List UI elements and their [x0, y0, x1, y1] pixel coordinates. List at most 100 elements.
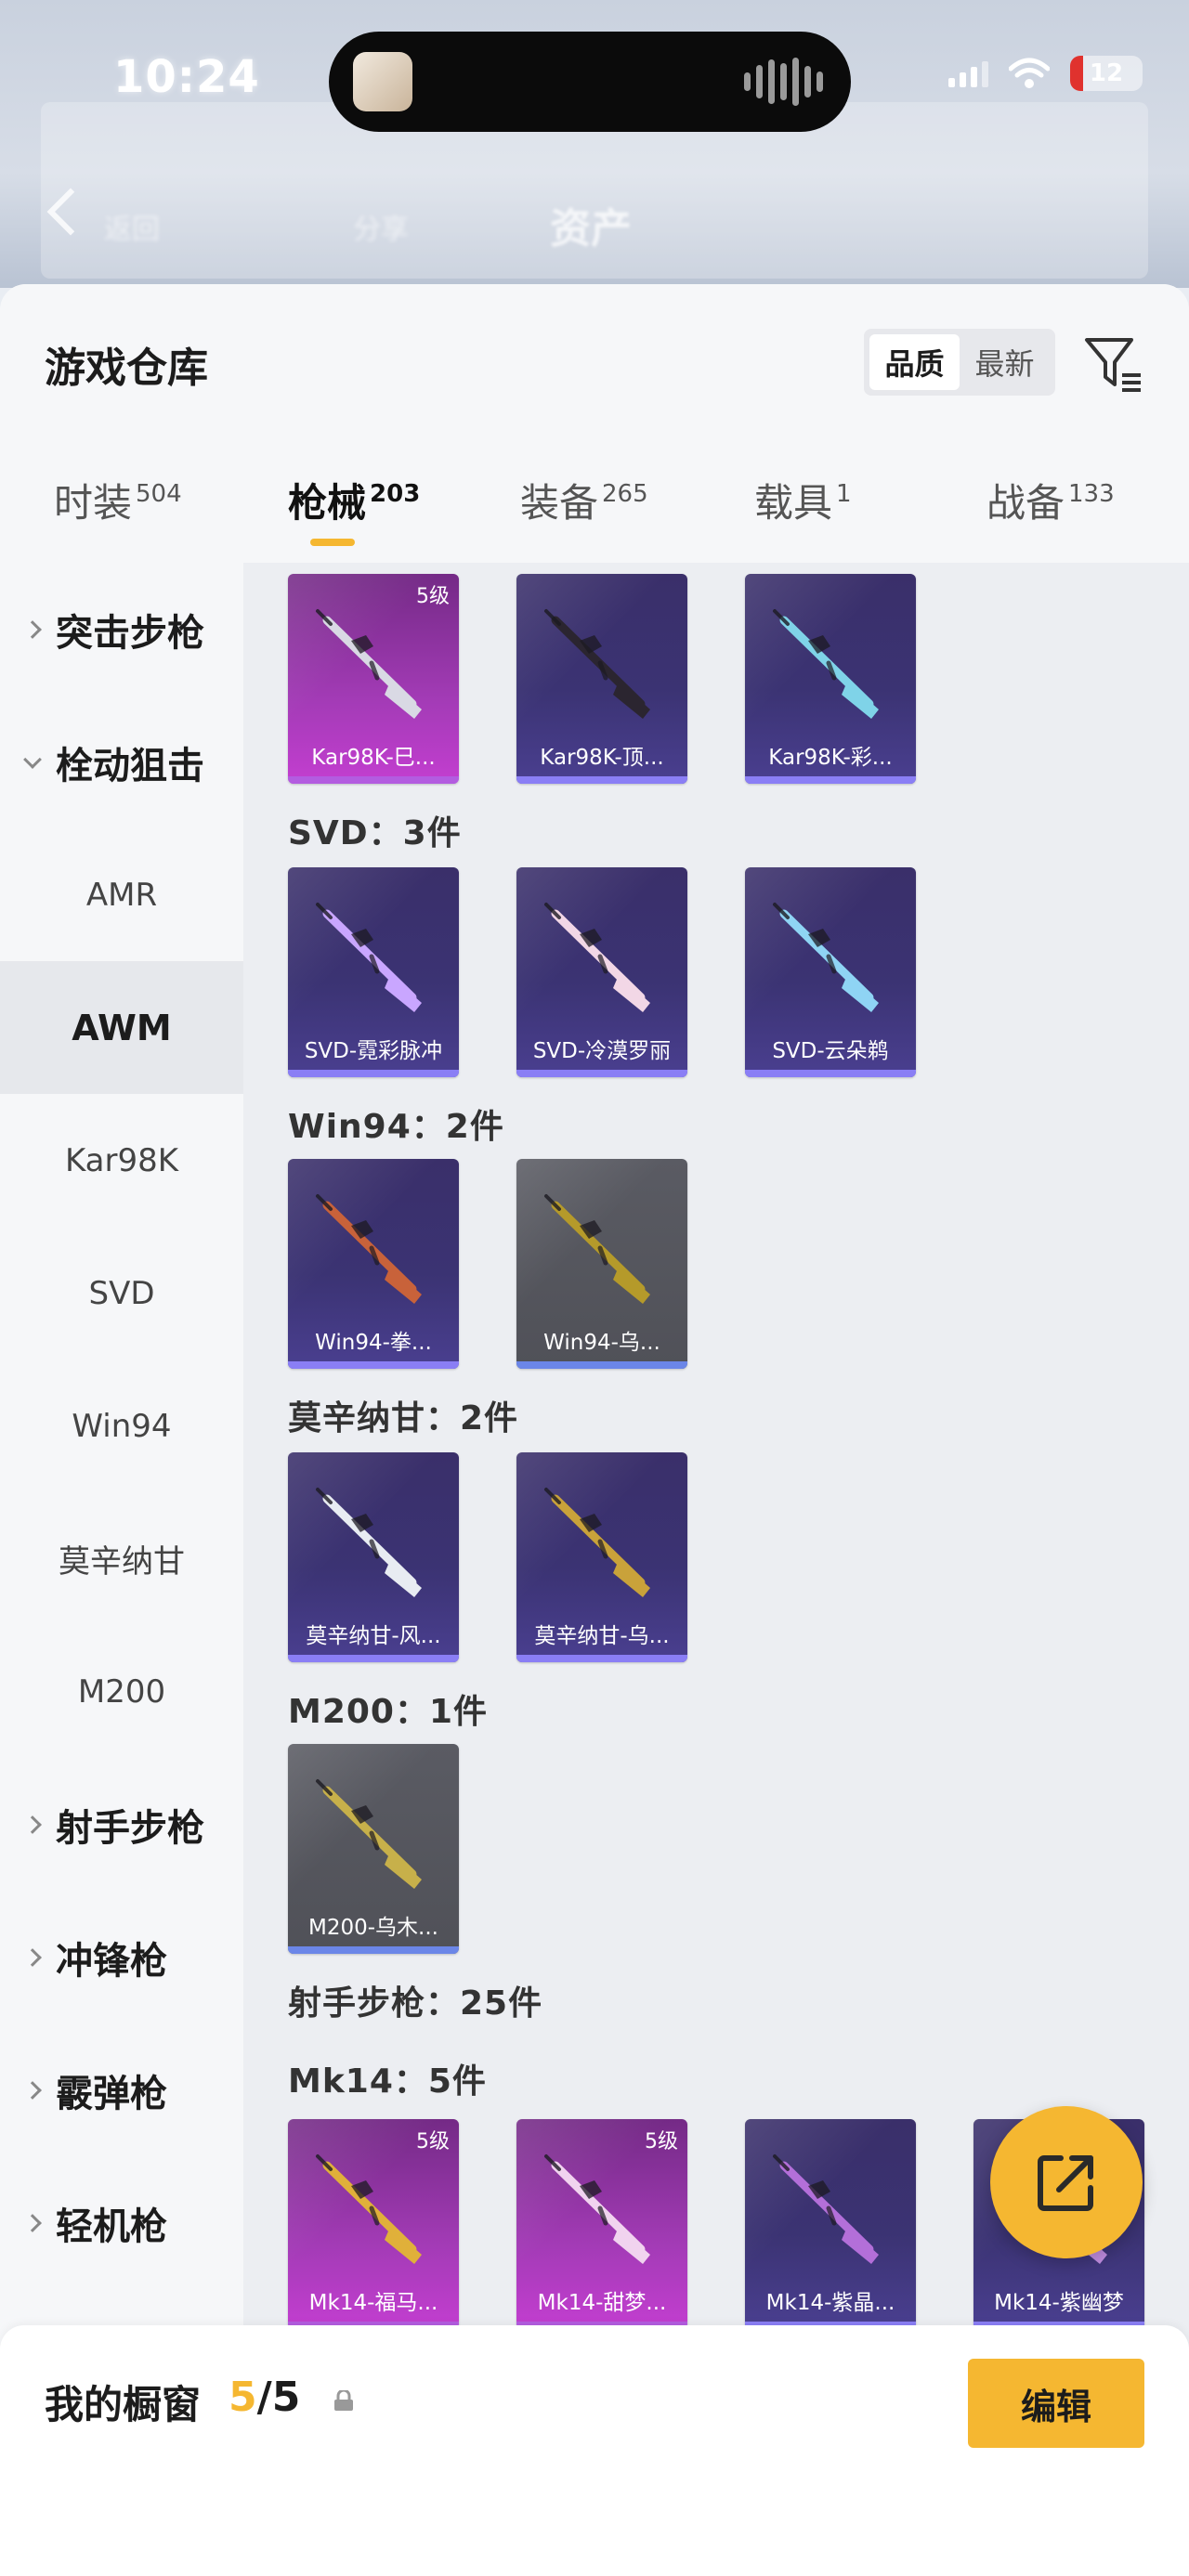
audio-wave-icon: [744, 58, 823, 106]
filter-icon[interactable]: [1079, 331, 1144, 396]
weapon-type-sidebar: 突击步枪 栓动狙击 AMR AWM Kar98K SVD Win94 莫辛纳甘 …: [0, 563, 243, 2364]
weapon-card[interactable]: 5级 Mk14-甜梦...: [516, 2119, 687, 2329]
tab-equipment[interactable]: 装备 265: [520, 472, 648, 528]
tab-fashion[interactable]: 时装 504: [54, 472, 182, 528]
weapon-name: Kar98K-顶...: [540, 746, 664, 770]
rarity-bar: [288, 1655, 459, 1662]
weapon-card[interactable]: SVD-霓彩脉冲: [288, 867, 459, 1077]
weapon-image: [316, 1779, 422, 1889]
sheet-header: 游戏仓库 品质 最新 时装 504 枪械 203 装备 265 载具 1 战备 133: [0, 284, 1189, 563]
weapon-name: SVD-霓彩脉冲: [304, 1039, 443, 1063]
weapon-card[interactable]: Win94-拳...: [288, 1159, 459, 1369]
weapon-card[interactable]: 莫辛纳甘-乌...: [516, 1452, 687, 1662]
sidebar-item-smg[interactable]: 冲锋枪: [0, 1891, 243, 2023]
sidebar-item-awm[interactable]: AWM: [0, 961, 243, 1094]
status-and-app-bar: 10:24 12 返回 分享 资产: [0, 0, 1189, 288]
weapon-card[interactable]: Win94-乌...: [516, 1159, 687, 1369]
sheet-title: 游戏仓库: [45, 345, 208, 392]
sidebar-item-marksman-rifle[interactable]: 射手步枪: [0, 1758, 243, 1891]
weapon-card[interactable]: M200-乌木...: [288, 1744, 459, 1954]
rarity-bar: [288, 1361, 459, 1369]
sidebar-item-lmg[interactable]: 轻机枪: [0, 2156, 243, 2289]
weapon-name: M200-乌木...: [308, 1916, 438, 1940]
chevron-right-icon: [23, 1947, 42, 1967]
status-icons: 12: [948, 56, 1143, 91]
lock-icon: [334, 2390, 353, 2411]
rarity-bar: [516, 1655, 687, 1662]
chevron-right-icon: [23, 619, 42, 639]
sidebar-item-kar98k[interactable]: Kar98K: [0, 1094, 243, 1227]
showcase-bar: 我的橱窗 5/5 编辑: [0, 2325, 1189, 2576]
now-playing-thumbnail: [353, 52, 412, 111]
rarity-bar: [745, 776, 916, 784]
rarity-bar: [516, 1070, 687, 1077]
weapon-name: 莫辛纳甘-风...: [306, 1624, 441, 1648]
weapon-name: Kar98K-巳...: [311, 746, 436, 770]
weapon-name: Mk14-紫晶...: [765, 2291, 895, 2315]
sidebar-item-shotgun[interactable]: 霰弹枪: [0, 2023, 243, 2156]
level-badge: 5级: [645, 2130, 678, 2153]
category-tabs: 时装 504 枪械 203 装备 265 载具 1 战备 133: [0, 461, 1189, 563]
weapon-card[interactable]: 5级 Mk14-福马...: [288, 2119, 459, 2329]
sidebar-item-win94[interactable]: Win94: [0, 1360, 243, 1492]
weapon-card[interactable]: Kar98K-顶...: [516, 574, 687, 784]
wifi-icon: [1009, 58, 1050, 88]
weapon-card[interactable]: SVD-冷漠罗丽: [516, 867, 687, 1077]
sidebar-item-svd[interactable]: SVD: [0, 1227, 243, 1360]
weapon-card[interactable]: SVD-云朵鹈: [745, 867, 916, 1077]
weapon-image: [544, 1488, 650, 1597]
weapon-image: [773, 609, 879, 719]
showcase-count: 5/5: [229, 2374, 301, 2421]
weapon-card[interactable]: 5级 Kar98K-巳...: [288, 574, 459, 784]
battery-indicator: 12: [1070, 56, 1143, 91]
group-label-win94: Win94：2件: [288, 1108, 504, 1146]
weapon-card[interactable]: Kar98K-彩...: [745, 574, 916, 784]
app-bar-hint-left: 返回: [104, 214, 160, 246]
tab-guns[interactable]: 枪械 203: [288, 472, 420, 528]
weapon-image: [316, 903, 422, 1012]
weapon-card[interactable]: 莫辛纳甘-风...: [288, 1452, 459, 1662]
sidebar-item-m200[interactable]: M200: [0, 1625, 243, 1758]
weapon-name: SVD-云朵鹈: [772, 1039, 889, 1063]
group-label-mk14: Mk14：5件: [288, 2062, 487, 2101]
sidebar-item-assault-rifle[interactable]: 突击步枪: [0, 563, 243, 696]
game-warehouse-sheet: 游戏仓库 品质 最新 时装 504 枪械 203 装备 265 载具 1 战备 133 突…: [0, 284, 1189, 2576]
edit-button[interactable]: 编辑: [968, 2359, 1144, 2448]
group-label-m200: M200：1件: [288, 1693, 489, 1731]
weapon-image: [316, 1194, 422, 1304]
weapon-name: Win94-乌...: [543, 1331, 660, 1355]
weapon-name: Win94-拳...: [315, 1331, 432, 1355]
sidebar-item-amr[interactable]: AMR: [0, 828, 243, 961]
sidebar-item-mosin[interactable]: 莫辛纳甘: [0, 1492, 243, 1625]
share-button[interactable]: [990, 2106, 1143, 2258]
rarity-bar: [516, 776, 687, 784]
sort-toggle: 品质 最新: [864, 329, 1055, 396]
level-badge: 5级: [416, 585, 450, 608]
sort-latest-button[interactable]: 最新: [960, 334, 1050, 390]
chevron-right-icon: [23, 2213, 42, 2232]
weapon-name: 莫辛纳甘-乌...: [534, 1624, 670, 1648]
showcase-title: 我的橱窗: [45, 2382, 202, 2427]
sidebar-item-bolt-action[interactable]: 栓动狙击: [0, 696, 243, 828]
weapon-name: SVD-冷漠罗丽: [532, 1039, 672, 1063]
rarity-bar: [288, 1070, 459, 1077]
rarity-bar: [288, 1946, 459, 1954]
tab-supplies[interactable]: 战备 133: [986, 472, 1115, 528]
tab-vehicles[interactable]: 载具 1: [754, 472, 852, 528]
weapon-name: Mk14-紫幽梦: [994, 2291, 1124, 2315]
weapon-image: [544, 1194, 650, 1304]
chevron-right-icon: [23, 2080, 42, 2100]
dynamic-island: [329, 32, 851, 132]
sort-quality-button[interactable]: 品质: [869, 334, 960, 390]
rarity-bar: [516, 1361, 687, 1369]
chevron-down-icon: [23, 750, 42, 769]
signal-icon: [948, 59, 988, 87]
weapon-name: Kar98K-彩...: [768, 746, 893, 770]
group-label-svd: SVD：3件: [288, 814, 462, 852]
share-icon: [1038, 2155, 1093, 2211]
group-label-marksman: 射手步枪：25件: [288, 1984, 543, 2023]
weapon-image: [773, 903, 879, 1012]
level-badge: 5级: [416, 2130, 450, 2153]
weapon-card[interactable]: Mk14-紫晶...: [745, 2119, 916, 2329]
weapon-image: [773, 2154, 879, 2264]
